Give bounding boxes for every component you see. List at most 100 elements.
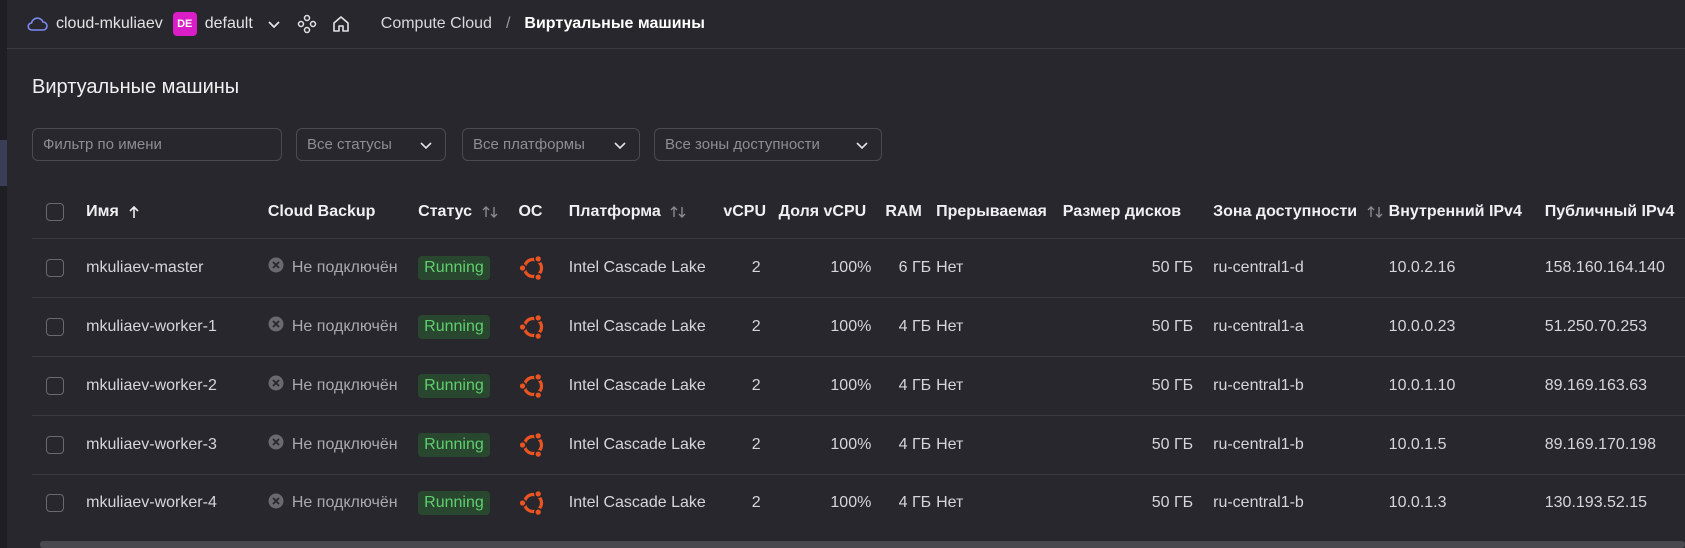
public-ip: 51.250.70.253: [1544, 317, 1648, 335]
vm-name[interactable]: mkuliaev-worker-2: [86, 356, 268, 415]
status-filter-select[interactable]: Все статусы: [296, 128, 446, 161]
cloud-icon[interactable]: [26, 16, 48, 32]
preemptible: Нет: [936, 435, 964, 453]
disk-size: 50 ГБ: [1151, 317, 1194, 335]
status-badge: Running: [418, 491, 490, 516]
table-row[interactable]: mkuliaev-worker-2 Не подключён Running Inte…: [32, 356, 1685, 415]
zone: ru-central1-a: [1213, 317, 1304, 335]
vm-name[interactable]: mkuliaev-worker-4: [86, 474, 268, 532]
not-connected-icon: [268, 257, 292, 278]
arrow-up-icon: [129, 205, 139, 218]
row-checkbox[interactable]: [46, 376, 64, 395]
column-preemptible[interactable]: Прерываемая: [936, 186, 1063, 238]
services-icon[interactable]: [297, 14, 317, 34]
row-checkbox[interactable]: [46, 494, 64, 513]
preemptible: Нет: [936, 494, 964, 512]
vcpu: 2: [751, 317, 761, 335]
zone: ru-central1-b: [1213, 494, 1304, 512]
column-ram[interactable]: RAM: [881, 186, 936, 238]
zone-filter-value: Все зоны доступности: [665, 136, 820, 153]
not-connected-icon: [268, 316, 292, 337]
cloud-name[interactable]: cloud-mkuliaev: [56, 15, 163, 33]
vm-name[interactable]: mkuliaev-worker-3: [86, 415, 268, 474]
public-ip: 130.193.52.15: [1544, 494, 1648, 512]
name-filter-input[interactable]: Фильтр по имени: [32, 128, 282, 161]
ubuntu-icon: [518, 430, 568, 460]
left-sidebar-strip: [0, 0, 7, 548]
status-badge: Running: [418, 314, 490, 339]
sidebar-accent: [0, 140, 7, 186]
column-zone[interactable]: Зона доступности: [1201, 186, 1389, 238]
backup-status: Не подключён: [268, 375, 418, 396]
column-public-ip[interactable]: Публичный IPv4: [1545, 186, 1685, 238]
name-filter-placeholder: Фильтр по имени: [43, 136, 162, 153]
backup-status-text: Не подключён: [291, 317, 398, 335]
zone-filter-select[interactable]: Все зоны доступности: [654, 128, 882, 161]
breadcrumb-service[interactable]: Compute Cloud: [381, 15, 492, 33]
select-all-checkbox[interactable]: [46, 202, 64, 221]
table-row[interactable]: mkuliaev-worker-3 Не подключён Running Inte…: [32, 415, 1685, 474]
column-internal-ip[interactable]: Внутренний IPv4: [1389, 186, 1545, 238]
vcpu-share: 100%: [830, 258, 872, 276]
public-ip: 89.169.170.198: [1544, 435, 1656, 453]
column-os[interactable]: ОС: [518, 186, 568, 238]
column-name[interactable]: Имя: [86, 186, 268, 238]
not-connected-icon: [268, 434, 292, 455]
vcpu-share: 100%: [830, 494, 872, 512]
internal-ip: 10.0.1.5: [1388, 435, 1447, 453]
not-connected-icon: [268, 375, 292, 396]
platform: Intel Cascade Lake: [568, 494, 706, 512]
column-disk-size[interactable]: Размер дисков: [1063, 186, 1201, 238]
preemptible: Нет: [936, 376, 964, 394]
ram: 6 ГБ: [898, 258, 932, 276]
backup-status-text: Не подключён: [291, 435, 398, 453]
horizontal-scrollbar[interactable]: [40, 541, 1685, 548]
vcpu: 2: [751, 494, 761, 512]
column-platform[interactable]: Платформа: [569, 186, 724, 238]
column-status-label: Статус: [418, 202, 473, 220]
column-platform-label: Платформа: [568, 202, 661, 220]
chevron-down-icon[interactable]: [267, 17, 281, 31]
breadcrumb-separator: /: [505, 15, 511, 32]
home-icon[interactable]: [331, 14, 351, 34]
backup-status: Не подключён: [268, 316, 418, 337]
column-backup[interactable]: Cloud Backup: [268, 186, 418, 238]
backup-status-text: Не подключён: [291, 494, 398, 512]
row-checkbox[interactable]: [46, 317, 64, 336]
table-header-row: Имя Cloud Backup Статус ОС Платформа vCP…: [32, 186, 1685, 238]
internal-ip: 10.0.1.10: [1388, 376, 1456, 394]
table-row[interactable]: mkuliaev-worker-4 Не подключён Running Inte…: [32, 474, 1685, 532]
ubuntu-icon: [518, 488, 568, 518]
vm-name[interactable]: mkuliaev-master: [86, 238, 268, 297]
public-ip: 158.160.164.140: [1544, 258, 1665, 276]
ubuntu-icon: [518, 312, 568, 342]
column-vcpu[interactable]: vCPU: [723, 186, 774, 238]
vm-name[interactable]: mkuliaev-worker-1: [86, 297, 268, 356]
vcpu-share: 100%: [830, 317, 872, 335]
internal-ip: 10.0.2.16: [1388, 258, 1456, 276]
vcpu-share: 100%: [830, 376, 872, 394]
row-checkbox[interactable]: [46, 435, 64, 454]
chevron-down-icon: [856, 142, 868, 150]
platform-filter-select[interactable]: Все платформы: [462, 128, 640, 161]
vm-table: Имя Cloud Backup Статус ОС Платформа vCP…: [32, 186, 1685, 532]
column-vcpu-share[interactable]: Доля vCPU: [775, 186, 882, 238]
sort-icon: [482, 205, 498, 218]
column-status[interactable]: Статус: [418, 186, 518, 238]
public-ip: 89.169.163.63: [1544, 376, 1648, 394]
row-checkbox[interactable]: [46, 258, 64, 277]
table-row[interactable]: mkuliaev-worker-1 Не подключён Running Inte…: [32, 297, 1685, 356]
vcpu: 2: [751, 258, 761, 276]
status-badge: Running: [418, 432, 490, 457]
zone: ru-central1-b: [1213, 376, 1304, 394]
zone: ru-central1-b: [1213, 435, 1304, 453]
ram: 4 ГБ: [898, 435, 932, 453]
vcpu-share: 100%: [830, 435, 872, 453]
chevron-down-icon: [420, 142, 432, 150]
status-badge: Running: [418, 255, 490, 280]
chevron-down-icon: [614, 142, 626, 150]
folder-name[interactable]: default: [205, 15, 253, 33]
folder-badge[interactable]: DE: [172, 12, 197, 36]
table-row[interactable]: mkuliaev-master Не подключён Running Intel …: [32, 238, 1685, 297]
column-zone-label: Зона доступности: [1213, 202, 1358, 220]
